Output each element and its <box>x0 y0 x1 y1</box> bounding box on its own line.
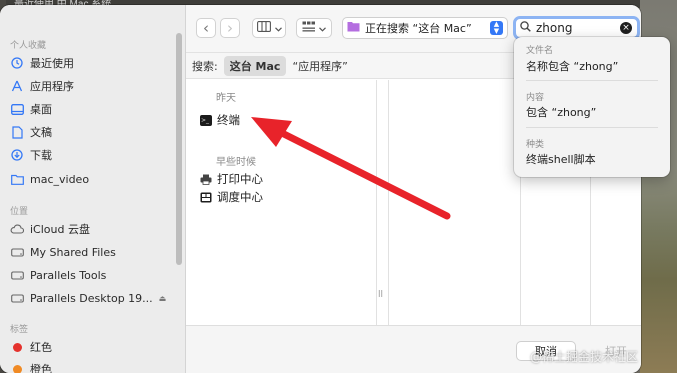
annotation-arrow <box>251 117 451 220</box>
watermark: @稀土掘金技术社区 <box>530 350 639 364</box>
